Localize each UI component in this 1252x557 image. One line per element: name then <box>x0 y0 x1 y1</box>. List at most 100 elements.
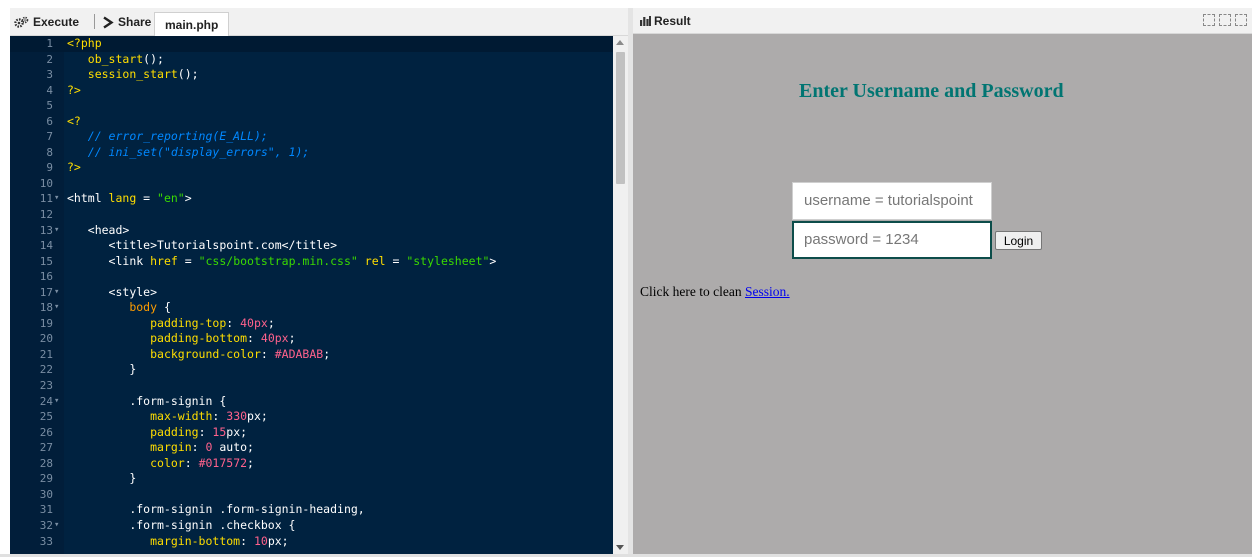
line-text: <link href = "css/bootstrap.min.css" rel… <box>108 253 497 268</box>
code-editor[interactable]: 1 <?php 2 ob_start(); 3 session_start(); 4 ?>… <box>10 36 628 554</box>
code-line[interactable]: 1 <?php <box>10 36 613 52</box>
scroll-down-icon[interactable] <box>616 545 624 550</box>
code-line[interactable]: 22 } <box>10 362 613 378</box>
code-line[interactable]: 21 background-color: #ADABAB; <box>10 347 613 363</box>
code-line[interactable]: 3 session_start(); <box>10 67 613 83</box>
split-icon[interactable] <box>1203 14 1215 26</box>
code-line[interactable]: 14 <title>Tutorialspoint.com</title> <box>10 238 613 254</box>
line-text: ?> <box>67 82 81 97</box>
line-text: // error_reporting(E_ALL); <box>87 129 268 144</box>
line-text: } <box>129 362 137 377</box>
share-button[interactable]: Share <box>102 13 151 31</box>
code-line[interactable]: 31 .form-signin .form-signin-heading, <box>10 502 613 518</box>
code-line[interactable]: 16 <box>10 269 613 285</box>
result-actions <box>1203 14 1247 26</box>
code-area[interactable]: 1 <?php 2 ob_start(); 3 session_start(); 4 ?>… <box>10 36 613 554</box>
code-line[interactable]: 33 margin-bottom: 10px; <box>10 534 613 550</box>
line-number: 1 <box>46 37 53 50</box>
result-label: Result <box>654 14 691 28</box>
fold-arrow-icon[interactable]: ▾ <box>54 300 62 316</box>
line-text: padding-bottom: 40px; <box>150 331 296 346</box>
line-text: .form-signin { <box>129 393 227 408</box>
code-line[interactable]: 4 ?> <box>10 83 613 99</box>
code-line[interactable]: 17 ▾ <style> <box>10 285 613 301</box>
toolbar-divider <box>94 14 95 29</box>
line-text: ?> <box>67 160 81 175</box>
clean-session-text: Click here to clean Session. <box>640 284 790 300</box>
line-number: 15 <box>39 254 53 268</box>
execute-label: Execute <box>33 15 80 29</box>
code-line[interactable]: 25 max-width: 330px; <box>10 409 613 425</box>
code-line[interactable]: 18 ▾ body { <box>10 300 613 316</box>
line-text: padding: 15px; <box>150 424 248 439</box>
result-title: Result <box>640 14 691 28</box>
line-text: padding-top: 40px; <box>150 315 275 330</box>
code-line[interactable]: 6 <? <box>10 114 613 130</box>
scrollbar-thumb[interactable] <box>616 52 625 184</box>
line-number: 30 <box>39 487 53 501</box>
username-field[interactable]: username = tutorialspoint <box>792 182 992 220</box>
code-line[interactable]: 32 ▾ .form-signin .checkbox { <box>10 518 613 534</box>
line-text: <head> <box>87 222 130 237</box>
login-button[interactable]: Login <box>995 231 1042 250</box>
code-line[interactable]: 29 } <box>10 471 613 487</box>
line-text: .form-signin .form-signin-heading, <box>129 502 365 517</box>
execute-button[interactable]: Execute <box>14 13 79 31</box>
line-number: 6 <box>46 114 53 128</box>
code-line[interactable]: 15 <link href = "css/bootstrap.min.css" … <box>10 254 613 270</box>
code-line[interactable]: 27 margin: 0 auto; <box>10 440 613 456</box>
fullscreen-icon[interactable] <box>1235 14 1247 26</box>
resize-icon[interactable] <box>1219 14 1231 26</box>
result-toolbar: Result <box>633 8 1252 34</box>
code-line[interactable]: 10 <box>10 176 613 192</box>
line-number: 22 <box>39 363 53 377</box>
code-line[interactable]: 23 <box>10 378 613 394</box>
line-number: 21 <box>39 347 53 361</box>
top-strip <box>0 0 1252 8</box>
line-number: 16 <box>39 270 53 284</box>
editor-scrollbar[interactable] <box>613 36 628 554</box>
editor-panel: Execute Share main.php 1 <?php 2 ob_start(… <box>10 8 628 554</box>
line-number: 14 <box>39 239 53 253</box>
code-line[interactable]: 28 color: #017572; <box>10 456 613 472</box>
line-number: 23 <box>39 379 53 393</box>
fold-arrow-icon[interactable]: ▾ <box>54 285 62 301</box>
code-line[interactable]: 19 padding-top: 40px; <box>10 316 613 332</box>
code-line[interactable]: 26 padding: 15px; <box>10 425 613 441</box>
code-line[interactable]: 9 ?> <box>10 160 613 176</box>
fold-arrow-icon[interactable]: ▾ <box>54 518 62 534</box>
line-number: 3 <box>46 68 53 82</box>
line-number: 12 <box>39 208 53 222</box>
code-line[interactable]: 2 ob_start(); <box>10 52 613 68</box>
code-line[interactable]: 20 padding-bottom: 40px; <box>10 331 613 347</box>
result-panel: Result Enter Username and Password usern… <box>633 8 1252 554</box>
line-number: 32 <box>39 518 53 532</box>
line-number: 25 <box>39 410 53 424</box>
page-heading: Enter Username and Password <box>799 80 1064 102</box>
chevron-right-icon <box>103 16 114 28</box>
password-field[interactable]: password = 1234 <box>792 221 992 259</box>
line-text: ob_start(); <box>87 51 164 66</box>
code-line[interactable]: 24 ▾ .form-signin { <box>10 394 613 410</box>
scroll-up-icon[interactable] <box>616 40 624 45</box>
line-number: 27 <box>39 441 53 455</box>
line-number: 28 <box>39 456 53 470</box>
fold-arrow-icon[interactable]: ▾ <box>54 191 62 207</box>
session-link[interactable]: Session. <box>745 284 790 299</box>
code-line[interactable]: 13 ▾ <head> <box>10 223 613 239</box>
line-text: max-width: 330px; <box>150 409 268 424</box>
code-line[interactable]: 7 // error_reporting(E_ALL); <box>10 129 613 145</box>
code-line[interactable]: 5 <box>10 98 613 114</box>
code-line[interactable]: 30 <box>10 487 613 503</box>
gears-icon <box>14 16 29 28</box>
tab-main-php[interactable]: main.php <box>154 12 230 36</box>
fold-arrow-icon[interactable]: ▾ <box>54 394 62 410</box>
fold-arrow-icon[interactable]: ▾ <box>54 223 62 239</box>
line-number: 20 <box>39 332 53 346</box>
code-line[interactable]: 8 // ini_set("display_errors", 1); <box>10 145 613 161</box>
code-line[interactable]: 12 <box>10 207 613 223</box>
bar-chart-icon <box>640 16 651 26</box>
code-line[interactable]: 11 ▾ <html lang = "en"> <box>10 191 613 207</box>
line-text: <? <box>67 113 81 128</box>
tab-label: main.php <box>165 17 219 32</box>
